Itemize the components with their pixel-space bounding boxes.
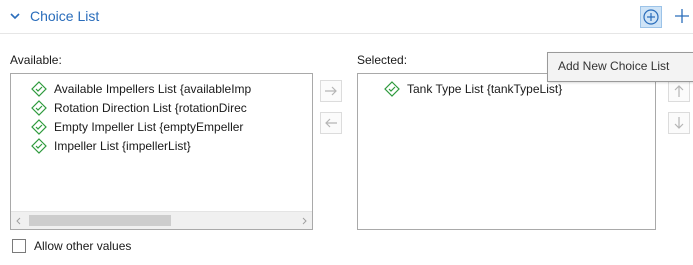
move-to-selected-button[interactable] bbox=[320, 80, 342, 102]
arrow-left-icon bbox=[325, 118, 337, 128]
available-listbox[interactable]: Available Impellers List {availableImp R… bbox=[10, 73, 313, 230]
list-item-label: Empty Impeller List {emptyEmpeller bbox=[54, 120, 244, 134]
section-title[interactable]: Choice List bbox=[30, 8, 99, 24]
list-item-label: Available Impellers List {availableImp bbox=[54, 82, 252, 96]
tooltip: Add New Choice List bbox=[547, 52, 693, 82]
list-item[interactable]: Available Impellers List {availableImp bbox=[31, 80, 251, 98]
add-new-choice-list-button[interactable] bbox=[640, 6, 662, 28]
list-item-label: Rotation Direction List {rotationDirec bbox=[54, 101, 247, 115]
selected-label: Selected: bbox=[357, 53, 408, 67]
choice-list-icon bbox=[31, 100, 47, 116]
horizontal-scrollbar[interactable] bbox=[11, 211, 312, 229]
list-item-label: Impeller List {impellerList} bbox=[54, 139, 191, 153]
list-item[interactable]: Tank Type List {tankTypeList} bbox=[384, 80, 562, 98]
plus-button[interactable] bbox=[671, 5, 693, 27]
add-circle-icon bbox=[643, 9, 659, 25]
selected-listbox[interactable]: Tank Type List {tankTypeList} bbox=[357, 73, 656, 230]
list-item[interactable]: Impeller List {impellerList} bbox=[31, 137, 191, 155]
scrollbar-thumb[interactable] bbox=[29, 215, 171, 226]
allow-other-values-checkbox[interactable] bbox=[12, 239, 26, 253]
choice-list-icon bbox=[31, 81, 47, 97]
arrow-down-icon bbox=[674, 117, 684, 129]
allow-other-values-label[interactable]: Allow other values bbox=[34, 239, 131, 253]
list-item[interactable]: Rotation Direction List {rotationDirec bbox=[31, 99, 247, 117]
chevron-down-icon[interactable] bbox=[8, 9, 22, 23]
available-label: Available: bbox=[10, 53, 62, 67]
scroll-left-icon[interactable] bbox=[11, 212, 27, 229]
scroll-right-icon[interactable] bbox=[296, 212, 312, 229]
arrow-up-icon bbox=[674, 85, 684, 97]
move-to-available-button[interactable] bbox=[320, 112, 342, 134]
choice-list-icon bbox=[31, 119, 47, 135]
move-up-button[interactable] bbox=[668, 80, 690, 102]
plus-icon bbox=[675, 9, 689, 23]
list-item-label: Tank Type List {tankTypeList} bbox=[407, 82, 563, 96]
choice-list-icon bbox=[384, 81, 400, 97]
move-down-button[interactable] bbox=[668, 112, 690, 134]
list-item[interactable]: Empty Impeller List {emptyEmpeller bbox=[31, 118, 243, 136]
arrow-right-icon bbox=[325, 86, 337, 96]
choice-list-icon bbox=[31, 138, 47, 154]
divider bbox=[0, 33, 693, 34]
